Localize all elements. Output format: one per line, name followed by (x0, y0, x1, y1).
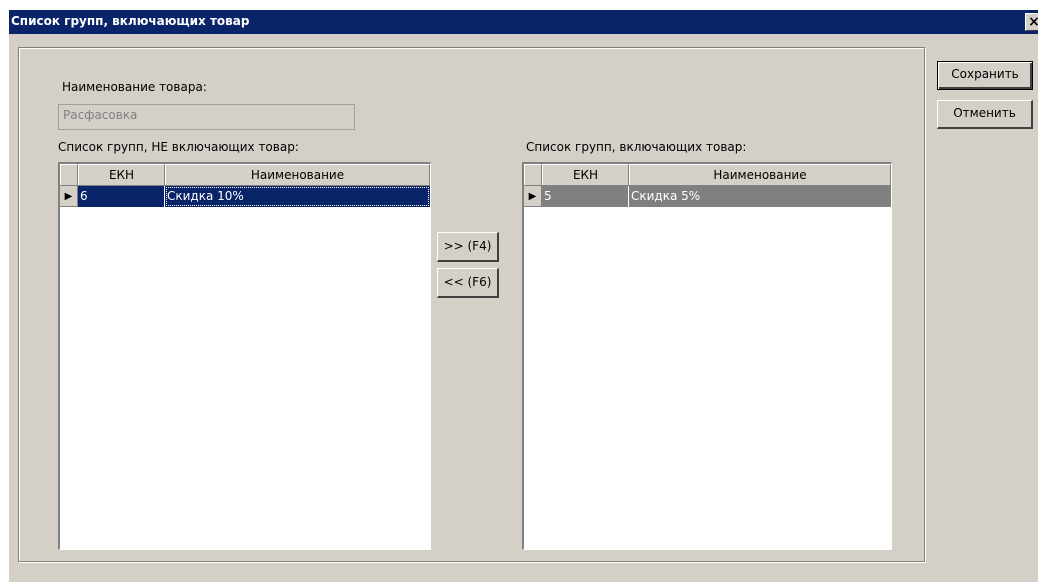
cell-name[interactable]: Скидка 10% (165, 186, 430, 207)
save-button[interactable]: Сохранить (937, 61, 1033, 90)
remove-from-group-button[interactable]: << (F6) (437, 268, 499, 298)
excluded-groups-grid[interactable]: ЕКН Наименование ▶ 6 Скидка 10% (58, 162, 431, 550)
included-groups-label: Список групп, включающих товар: (526, 140, 747, 154)
column-header-code[interactable]: ЕКН (78, 164, 165, 185)
product-name-label: Наименование товара: (62, 80, 207, 94)
excluded-groups-label: Список групп, НЕ включающих товар: (58, 140, 299, 154)
table-row[interactable]: ▶ 6 Скидка 10% (60, 186, 430, 207)
column-header-name[interactable]: Наименование (165, 164, 430, 185)
column-header-name[interactable]: Наименование (629, 164, 891, 185)
column-header-code[interactable]: ЕКН (542, 164, 629, 185)
row-indicator-icon: ▶ (60, 186, 78, 207)
product-name-field[interactable]: Расфасовка (58, 104, 355, 130)
close-button[interactable]: × (1025, 13, 1038, 31)
add-to-group-button[interactable]: >> (F4) (437, 232, 499, 262)
cell-code[interactable]: 6 (78, 186, 165, 207)
grid-header: ЕКН Наименование (60, 164, 430, 186)
row-indicator-icon: ▶ (524, 186, 542, 207)
window-title: Список групп, включающих товар (11, 14, 250, 28)
grid-header: ЕКН Наименование (524, 164, 891, 186)
cancel-button[interactable]: Отменить (937, 100, 1033, 129)
included-groups-grid[interactable]: ЕКН Наименование ▶ 5 Скидка 5% (522, 162, 892, 550)
table-row[interactable]: ▶ 5 Скидка 5% (524, 186, 891, 207)
cell-code[interactable]: 5 (542, 186, 629, 207)
close-icon: × (1028, 14, 1038, 30)
title-bar[interactable]: Список групп, включающих товар × (9, 10, 1038, 34)
cell-name[interactable]: Скидка 5% (629, 186, 891, 207)
header-indicator-cell (524, 164, 542, 185)
header-indicator-cell (60, 164, 78, 185)
